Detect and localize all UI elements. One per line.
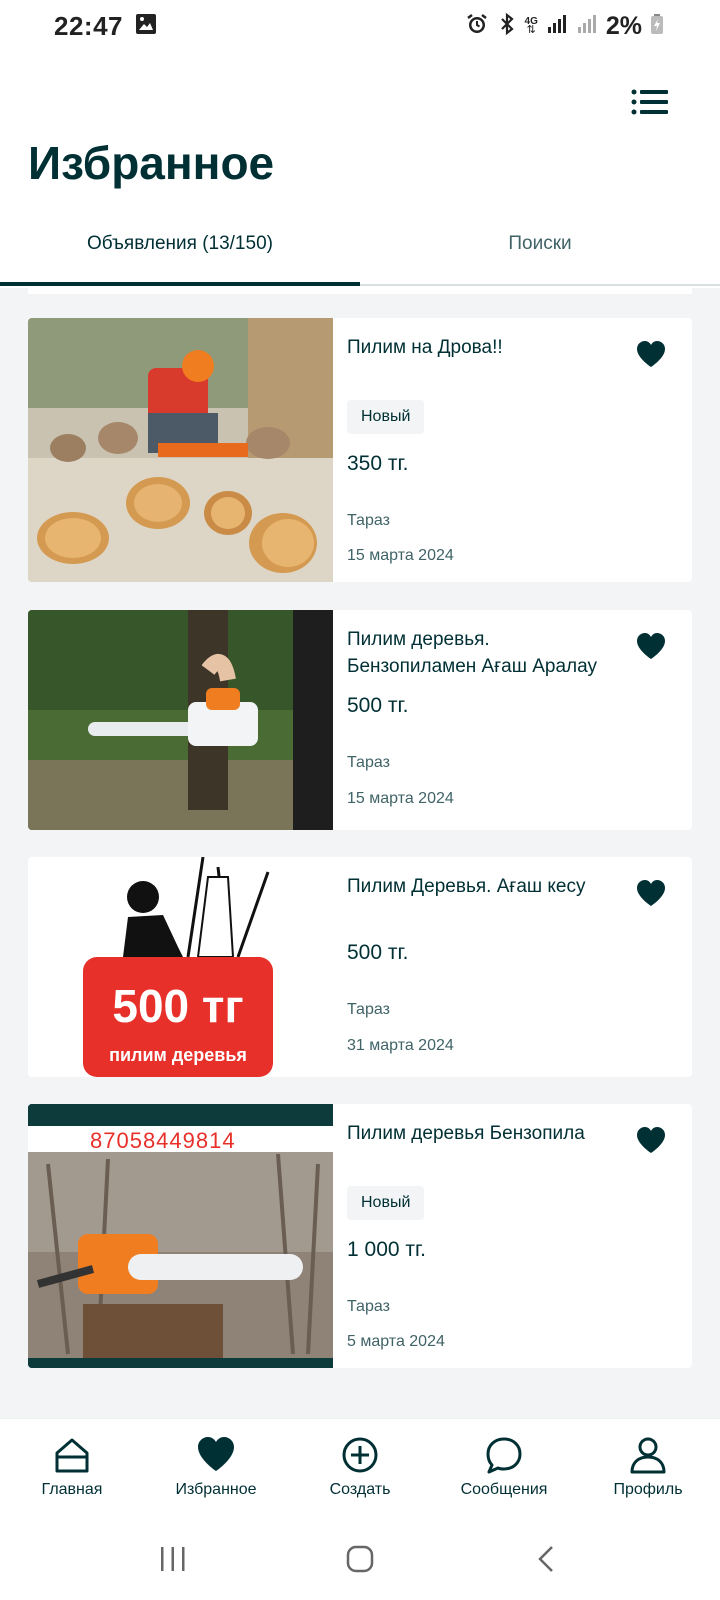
listing-date: 15 марта 2024: [347, 547, 454, 564]
chat-bubble-icon: [486, 1437, 522, 1474]
heart-icon: [198, 1437, 234, 1471]
listing-date: 31 марта 2024: [347, 1037, 454, 1054]
listing-title[interactable]: Пилим деревья Бензопила: [347, 1120, 678, 1147]
listing-title[interactable]: Пилим деревья. Бензопиламен Ағаш Аралау: [347, 626, 678, 680]
listing-date: 15 марта 2024: [347, 790, 454, 807]
listing-card[interactable]: 87058449814 Пилим деревья Бензопила Новы…: [28, 1104, 692, 1368]
signal-icon: [546, 13, 568, 40]
tab-searches[interactable]: Поиски: [360, 212, 720, 284]
gallery-notification-icon: [135, 13, 157, 40]
bottom-navigation: Главная Избранное Создать Сообщения Проф…: [0, 1418, 720, 1518]
header: Избранное: [0, 52, 720, 212]
listing-image-chainsaw-tree[interactable]: [28, 610, 333, 830]
status-left: 22:47: [54, 11, 157, 42]
battery-charging-icon: [650, 13, 664, 40]
nav-profile[interactable]: Профиль: [576, 1419, 720, 1518]
condition-badge: Новый: [347, 1186, 425, 1220]
ad-image-caption-text: пилим деревья: [109, 1045, 247, 1065]
listing-price: 500 тг.: [347, 941, 409, 964]
nav-profile-label: Профиль: [613, 1481, 683, 1498]
listing-date: 5 марта 2024: [347, 1333, 445, 1350]
favorites-list[interactable]: Пилим на Дрова!! Новый 350 тг. Тараз 15 …: [0, 288, 720, 1418]
listing-city: Тараз: [347, 754, 390, 771]
listing-details: Пилим деревья Бензопила Новый 1 000 тг. …: [333, 1104, 692, 1368]
listing-city: Тараз: [347, 512, 390, 529]
nav-home-label: Главная: [41, 1481, 103, 1498]
heart-icon[interactable]: [636, 340, 666, 368]
home-icon: [55, 1438, 89, 1473]
listing-price: 1 000 тг.: [347, 1238, 426, 1261]
nav-home[interactable]: Главная: [0, 1419, 144, 1518]
battery-percentage: 2%: [605, 11, 642, 40]
heart-icon[interactable]: [636, 632, 666, 660]
listing-card[interactable]: Пилим на Дрова!! Новый 350 тг. Тараз 15 …: [28, 318, 692, 582]
nav-create-label: Создать: [329, 1481, 391, 1498]
listing-image-chainsaw-stump[interactable]: 87058449814: [28, 1104, 333, 1368]
nav-messages[interactable]: Сообщения: [432, 1419, 576, 1518]
listing-details: Пилим Деревья. Ағаш кесу 500 тг. Тараз 3…: [333, 857, 692, 1077]
tab-listings[interactable]: Объявления (13/150): [0, 212, 360, 286]
ad-image-price-text: 500 тг: [112, 980, 244, 1032]
nav-favorites-label: Избранное: [175, 1481, 257, 1498]
listing-title[interactable]: Пилим Деревья. Ағаш кесу: [347, 873, 678, 900]
listing-image-chainsaw-firewood[interactable]: [28, 318, 333, 582]
network-type-icon: 4G ⇅: [524, 16, 538, 36]
recent-apps-icon[interactable]: [153, 1539, 193, 1579]
listing-card[interactable]: Пилим деревья. Бензопиламен Ағаш Аралау …: [28, 610, 692, 830]
listing-image-tree-cutting-ad[interactable]: 500 тг пилим деревья: [28, 857, 333, 1077]
status-time: 22:47: [54, 10, 123, 41]
status-bar: 22:47 4G ⇅ 2%: [0, 0, 720, 52]
ad-image-phone-text: 87058449814: [90, 1128, 236, 1153]
heart-icon[interactable]: [636, 1126, 666, 1154]
listing-card[interactable]: 500 тг пилим деревья Пилим Деревья. Ағаш…: [28, 857, 692, 1077]
listing-city: Тараз: [347, 1298, 390, 1315]
listing-title[interactable]: Пилим на Дрова!!: [347, 334, 678, 361]
signal-secondary-icon: [576, 13, 598, 40]
back-icon[interactable]: [527, 1539, 567, 1579]
listing-details: Пилим на Дрова!! Новый 350 тг. Тараз 15 …: [333, 318, 692, 582]
nav-create[interactable]: Создать: [288, 1419, 432, 1518]
listing-price: 350 тг.: [347, 452, 409, 475]
condition-badge: Новый: [347, 400, 425, 434]
alarm-icon: [465, 12, 489, 41]
nav-messages-label: Сообщения: [460, 1481, 548, 1498]
plus-circle-icon: [342, 1437, 378, 1473]
favorites-tabs: Объявления (13/150) Поиски: [0, 212, 720, 286]
bluetooth-icon: [497, 12, 517, 41]
listing-price: 500 тг.: [347, 694, 409, 717]
list-menu-icon[interactable]: [630, 86, 670, 118]
status-right: 4G ⇅ 2%: [465, 12, 664, 41]
listing-details: Пилим деревья. Бензопиламен Ағаш Аралау …: [333, 610, 692, 830]
nav-favorites[interactable]: Избранное: [144, 1419, 288, 1518]
listing-city: Тараз: [347, 1001, 390, 1018]
page-title: Избранное: [28, 137, 275, 189]
heart-icon[interactable]: [636, 879, 666, 907]
system-navigation-bar: [0, 1518, 720, 1600]
previous-card-edge: [28, 288, 692, 294]
user-icon: [630, 1437, 666, 1474]
home-button-icon[interactable]: [340, 1539, 380, 1579]
